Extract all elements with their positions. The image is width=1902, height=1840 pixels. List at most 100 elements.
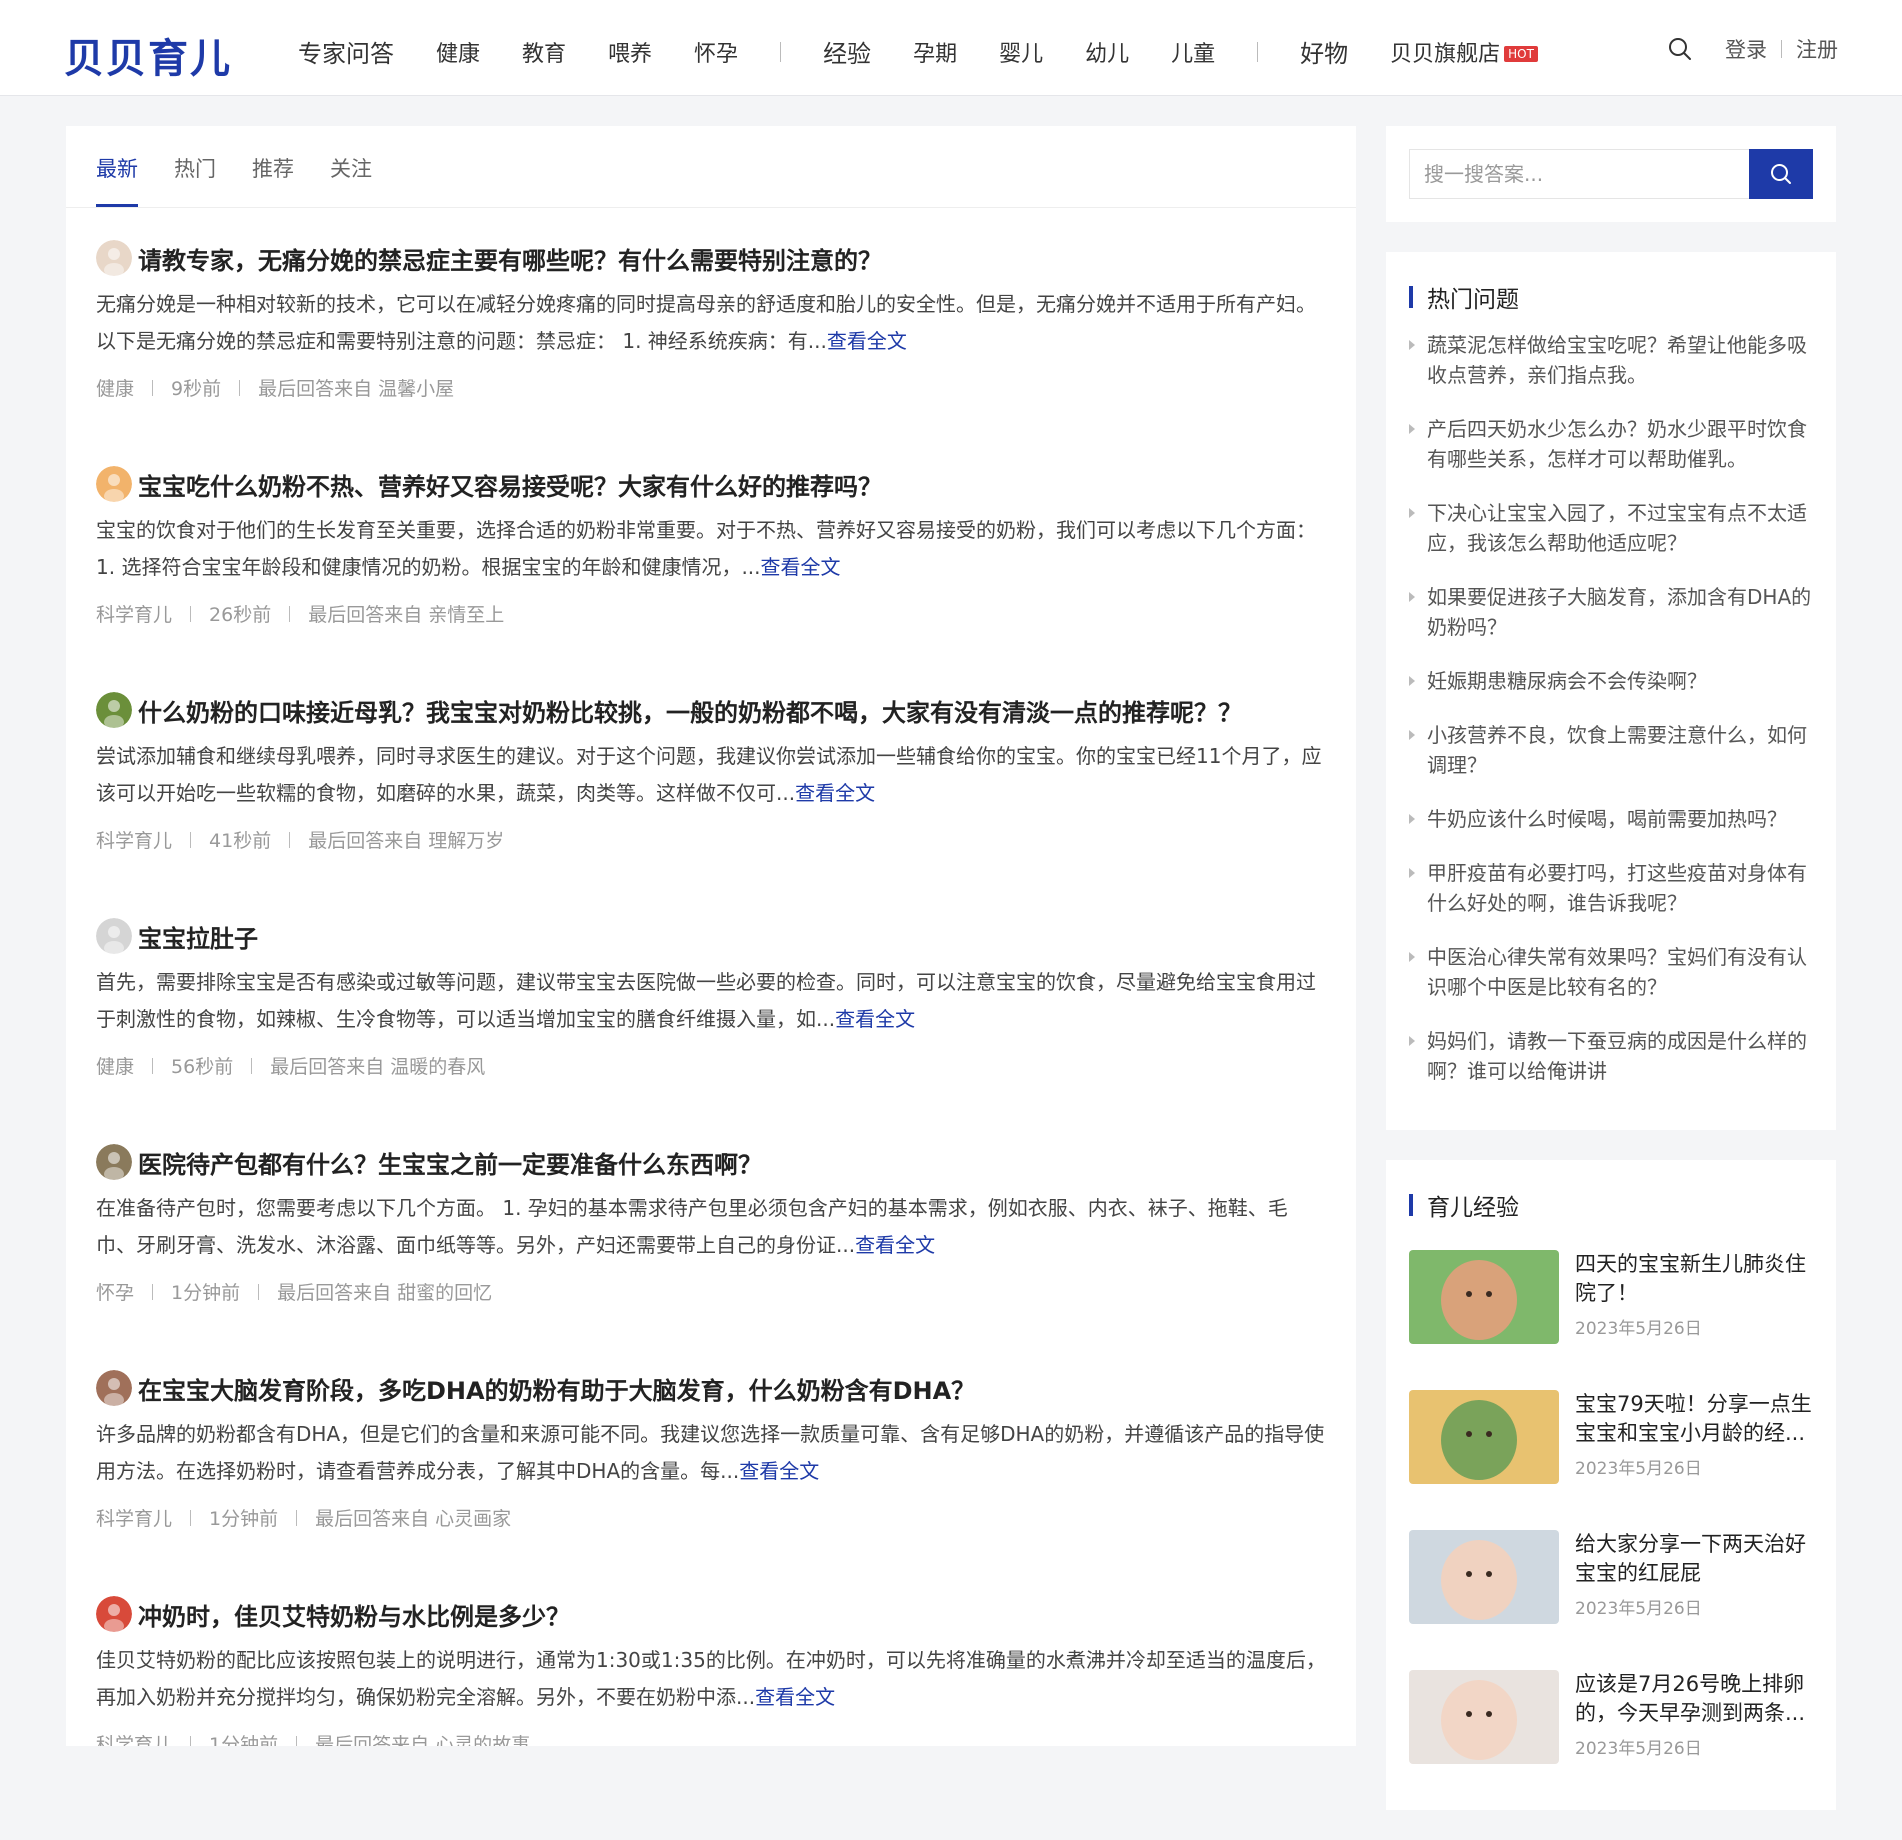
feed-tab[interactable]: 推荐 [252,153,294,207]
question-meta: 怀孕 1分钟前 最后回答来自 甜蜜的回忆 [96,1278,1326,1305]
question-title[interactable]: 宝宝拉肚子 [138,919,258,954]
experience-item[interactable]: 给大家分享一下两天治好宝宝的红屁屁 2023年5月26日 [1409,1530,1813,1670]
experience-item[interactable]: 应该是7月26号晚上排卵的，今天早孕测到两条... 2023年5月26日 [1409,1670,1813,1810]
timestamp: 1分钟前 [171,1282,241,1304]
category-label[interactable]: 科学育儿 [96,826,172,853]
hot-question-link[interactable]: 中医治心律失常有效果吗？宝妈们有没有认识哪个中医是比较有名的？ [1409,942,1813,1002]
category-label[interactable]: 健康 [96,1052,134,1079]
experience-text: 应该是7月26号晚上排卵的，今天早孕测到两条... 2023年5月26日 [1575,1670,1813,1810]
heading-accent-bar [1409,1194,1413,1216]
user-avatar[interactable] [96,240,132,276]
category-label[interactable]: 怀孕 [96,1278,134,1305]
nav-divider [780,41,782,62]
feed-tab[interactable]: 关注 [330,153,372,207]
last-answer-info: 最后回答来自 心灵的故事 [315,1734,531,1746]
read-more-link[interactable]: 查看全文 [835,1007,915,1031]
experience-item-title: 四天的宝宝新生儿肺炎住院了！ [1575,1252,1806,1305]
question-title[interactable]: 冲奶时，佳贝艾特奶粉与水比例是多少？ [138,1597,570,1632]
read-more-link[interactable]: 查看全文 [755,1685,835,1709]
category-label[interactable]: 科学育儿 [96,1730,172,1746]
nav-item[interactable]: 专家问答 [298,34,394,69]
sidebar: 热门问题 蔬菜泥怎样做给宝宝吃呢？希望让他能多吸收点营养，亲们指点我。产后四天奶… [1386,126,1836,1840]
answer-summary: 许多品牌的奶粉都含有DHA，但是它们的含量和来源可能不同。我建议您选择一款质量可… [96,1416,1326,1490]
nav-item[interactable]: 健康 [436,36,480,68]
hot-question-link[interactable]: 牛奶应该什么时候喝，喝前需要加热吗？ [1409,804,1813,834]
experience-thumbnail [1409,1390,1559,1484]
user-avatar[interactable] [96,692,132,728]
question-feed: 最新 热门 推荐 关注 请教专家，无痛分娩的禁忌症主要有哪些呢？有什么需要特别注意的？… [66,126,1356,1746]
question-meta: 科学育儿 26秒前 最后回答来自 亲情至上 [96,600,1326,627]
read-more-link[interactable]: 查看全文 [795,781,875,805]
search-icon [1771,164,1791,184]
hot-question-link[interactable]: 蔬菜泥怎样做给宝宝吃呢？希望让他能多吸收点营养，亲们指点我。 [1409,330,1813,390]
hot-question-link[interactable]: 如果要促进孩子大脑发育，添加含有DHA的奶粉吗？ [1409,582,1813,642]
login-link[interactable]: 登录 [1725,34,1767,64]
hot-questions-title: 热门问题 [1427,287,1519,313]
hot-question-link[interactable]: 下决心让宝宝入园了，不过宝宝有点不太适应，我该怎么帮助他适应呢？ [1409,498,1813,558]
feed-tab[interactable]: 最新 [96,153,138,207]
nav-item[interactable]: 孕期 [913,36,957,68]
category-label[interactable]: 科学育儿 [96,600,172,627]
site-logo[interactable]: 贝贝育儿 [64,26,232,84]
question-title-row: 宝宝吃什么奶粉不热、营养好又容易接受呢？大家有什么好的推荐吗？ [96,464,1326,504]
answer-search-input[interactable] [1409,149,1749,199]
question-title[interactable]: 医院待产包都有什么？生宝宝之前一定要准备什么东西啊？ [138,1145,762,1180]
nav-item[interactable]: 好物 [1300,34,1348,69]
user-avatar[interactable] [96,466,132,502]
nav-item[interactable]: 教育 [522,36,566,68]
hot-question-link[interactable]: 产后四天奶水少怎么办？奶水少跟平时饮食有哪些关系，怎样才可以帮助催乳。 [1409,414,1813,474]
question-title[interactable]: 在宝宝大脑发育阶段，多吃DHA的奶粉有助于大脑发育，什么奶粉含有DHA？ [138,1371,975,1406]
hot-question-link[interactable]: 妊娠期患糖尿病会不会传染啊？ [1409,666,1813,696]
question-title[interactable]: 宝宝吃什么奶粉不热、营养好又容易接受呢？大家有什么好的推荐吗？ [138,467,882,502]
read-more-link[interactable]: 查看全文 [855,1233,935,1257]
question-title[interactable]: 请教专家，无痛分娩的禁忌症主要有哪些呢？有什么需要特别注意的？ [138,241,882,276]
question-meta: 健康 56秒前 最后回答来自 温暖的春风 [96,1052,1326,1079]
nav-item-label: 教育 [522,41,567,67]
nav-item[interactable]: 经验 [823,34,871,69]
nav-item[interactable]: 儿童 [1171,36,1215,68]
nav-item[interactable]: 贝贝旗舰店 HOT [1390,36,1538,68]
meta-divider [190,1509,192,1526]
category-label[interactable]: 科学育儿 [96,1504,172,1531]
user-avatar[interactable] [96,1596,132,1632]
experience-date: 2023年5月26日 [1575,1459,1702,1479]
hot-question-link[interactable]: 妈妈们，请教一下蚕豆病的成因是什么样的啊？谁可以给俺讲讲 [1409,1026,1813,1086]
last-answer-info: 最后回答来自 理解万岁 [308,830,505,852]
experience-item[interactable]: 宝宝79天啦！分享一点生宝宝和宝宝小月龄的经... 2023年5月26日 [1409,1390,1813,1530]
user-avatar[interactable] [96,918,132,954]
question-title-row: 在宝宝大脑发育阶段，多吃DHA的奶粉有助于大脑发育，什么奶粉含有DHA？ [96,1368,1326,1408]
user-avatar[interactable] [96,1144,132,1180]
question-item: 请教专家，无痛分娩的禁忌症主要有哪些呢？有什么需要特别注意的？ 无痛分娩是一种相… [96,208,1326,434]
hot-questions-list: 蔬菜泥怎样做给宝宝吃呢？希望让他能多吸收点营养，亲们指点我。 产后四天奶水少怎么办… [1386,318,1836,1130]
experience-text: 给大家分享一下两天治好宝宝的红屁屁 2023年5月26日 [1575,1530,1813,1670]
feed-tab[interactable]: 热门 [174,153,216,207]
hot-badge: HOT [1504,45,1538,62]
search-button[interactable] [1749,149,1813,199]
hot-question-link[interactable]: 甲肝疫苗有必要打吗，打这些疫苗对身体有什么好处的啊，谁告诉我呢？ [1409,858,1813,918]
read-more-link[interactable]: 查看全文 [827,329,907,353]
question-title[interactable]: 什么奶粉的口味接近母乳？我宝宝对奶粉比较挑，一般的奶粉都不喝，大家有没有清淡一点… [138,693,1242,728]
question-meta: 科学育儿 1分钟前 最后回答来自 心灵的故事 [96,1730,1326,1746]
hot-questions-heading: 热门问题 [1386,252,1836,318]
read-more-link[interactable]: 查看全文 [739,1459,819,1483]
answer-summary: 佳贝艾特奶粉的配比应该按照包装上的说明进行，通常为1:30或1:35的比例。在冲… [96,1642,1326,1716]
nav-item[interactable]: 幼儿 [1085,36,1129,68]
nav-item-label: 专家问答 [298,40,394,68]
category-label[interactable]: 健康 [96,374,134,401]
experience-thumbnail [1409,1530,1559,1624]
search-icon[interactable] [1667,36,1693,62]
timestamp: 56秒前 [171,1056,234,1078]
experience-item-title: 应该是7月26号晚上排卵的，今天早孕测到两条... [1575,1672,1806,1725]
experience-title: 育儿经验 [1427,1195,1519,1221]
nav-item[interactable]: 喂养 [608,36,652,68]
question-meta: 科学育儿 1分钟前 最后回答来自 心灵画家 [96,1504,1326,1531]
experience-item[interactable]: 四天的宝宝新生儿肺炎住院了！ 2023年5月26日 [1409,1250,1813,1390]
last-answer-info: 最后回答来自 温馨小屋 [258,378,455,400]
register-link[interactable]: 注册 [1796,34,1838,64]
nav-item[interactable]: 怀孕 [694,36,738,68]
nav-item[interactable]: 婴儿 [999,36,1043,68]
experience-thumbnail [1409,1670,1559,1764]
read-more-link[interactable]: 查看全文 [761,555,841,579]
hot-question-link[interactable]: 小孩营养不良，饮食上需要注意什么，如何调理？ [1409,720,1813,780]
user-avatar[interactable] [96,1370,132,1406]
